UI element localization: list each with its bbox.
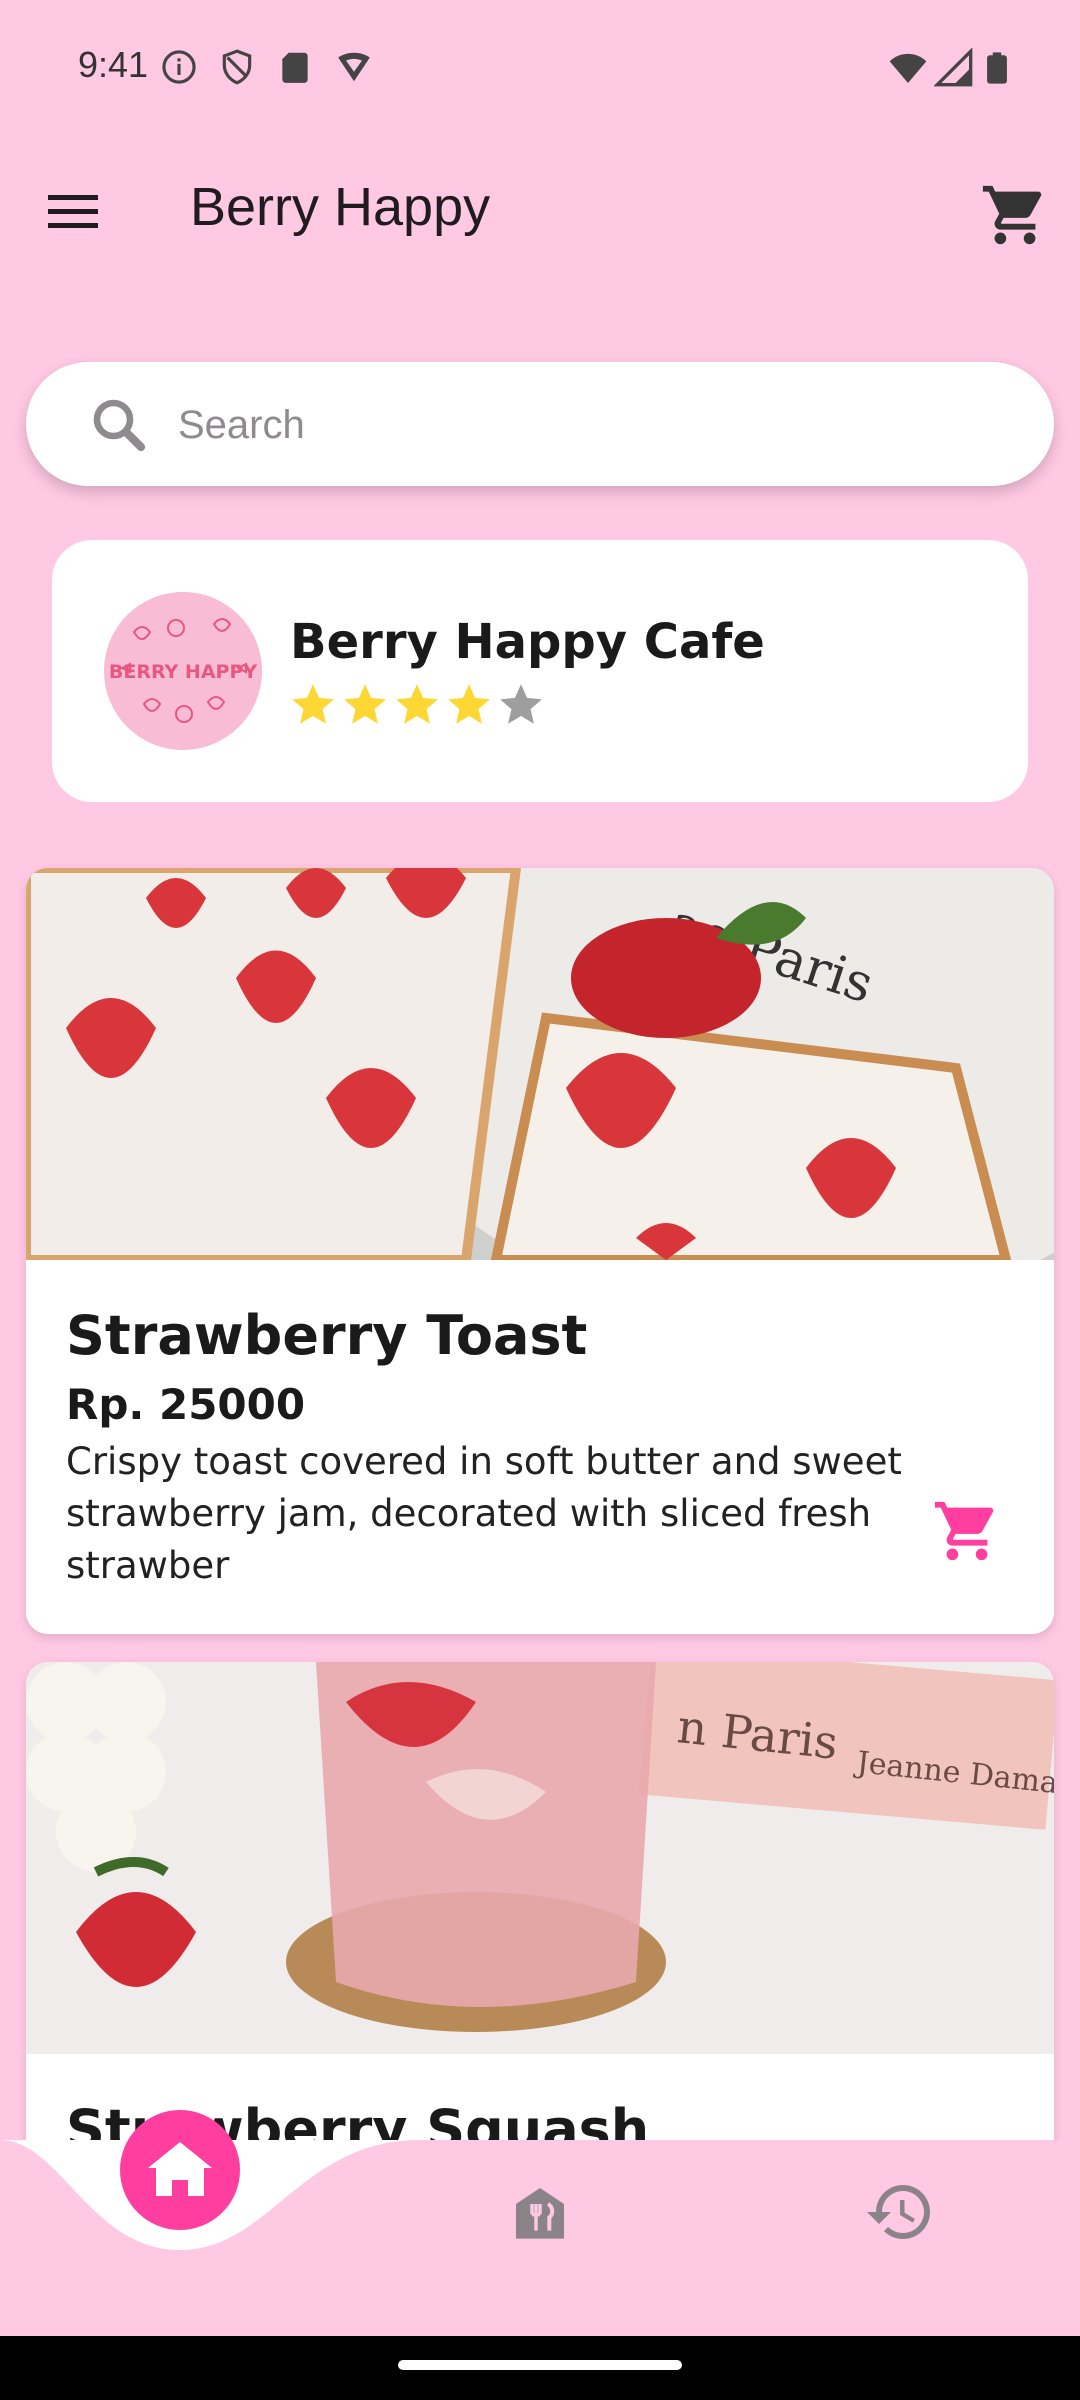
product-description: Crispy toast covered in soft butter and … — [66, 1440, 902, 1587]
star-filled-icon — [396, 684, 438, 724]
status-bar: 9:41 — [0, 0, 1080, 130]
shield-icon — [222, 49, 252, 85]
star-filled-icon — [344, 684, 386, 724]
product-price: Rp. 25000 — [66, 1380, 306, 1429]
app-title: Berry Happy — [190, 177, 491, 237]
cafe-logo-text: BERRY HAPPY — [109, 661, 258, 683]
status-time: 9:41 — [78, 44, 149, 85]
search-icon — [93, 399, 146, 452]
battery-icon — [987, 52, 1007, 84]
bottom-navigation — [0, 2110, 1080, 2340]
wifi-icon — [889, 53, 927, 83]
gesture-handle[interactable] — [398, 2360, 682, 2370]
app-bar: Berry Happy — [0, 140, 1080, 280]
star-rating — [288, 680, 548, 736]
product-card[interactable]: ae Paris Strawberry Toast Rp. 25000 Cris… — [26, 868, 1054, 1634]
product-image: ae Paris — [26, 868, 1054, 1260]
cafe-info-card[interactable]: BERRY HAPPY Berry Happy Cafe — [52, 540, 1028, 802]
product-name: Strawberry Toast — [66, 1304, 588, 1367]
nav-home-button[interactable] — [120, 2110, 240, 2230]
menu-icon[interactable] — [40, 185, 106, 237]
restaurant-menu-icon[interactable] — [508, 2180, 572, 2244]
star-filled-icon — [292, 684, 334, 724]
star-filled-icon — [448, 684, 490, 724]
star-empty-icon — [500, 684, 542, 724]
app-root: 9:41 Berry Happy Search BERRY HAPPY Berr… — [0, 0, 1080, 2400]
cafe-logo-image: BERRY HAPPY — [104, 592, 262, 750]
search-input[interactable] — [176, 384, 1000, 466]
sd-card-icon — [282, 52, 308, 83]
cafe-logo: BERRY HAPPY — [104, 592, 262, 750]
info-icon — [162, 50, 196, 84]
vpn-icon — [338, 52, 370, 82]
history-icon[interactable] — [864, 2176, 936, 2248]
gesture-navigation-bar — [0, 2336, 1080, 2400]
product-image: n Paris Jeanne Dama — [26, 1662, 1054, 2054]
search-bar[interactable] — [26, 362, 1054, 486]
cellular-signal-icon — [934, 48, 973, 87]
cart-icon[interactable] — [980, 180, 1050, 250]
home-icon — [148, 2142, 212, 2196]
add-to-cart-icon[interactable] — [932, 1496, 1002, 1566]
cafe-name: Berry Happy Cafe — [290, 614, 765, 670]
